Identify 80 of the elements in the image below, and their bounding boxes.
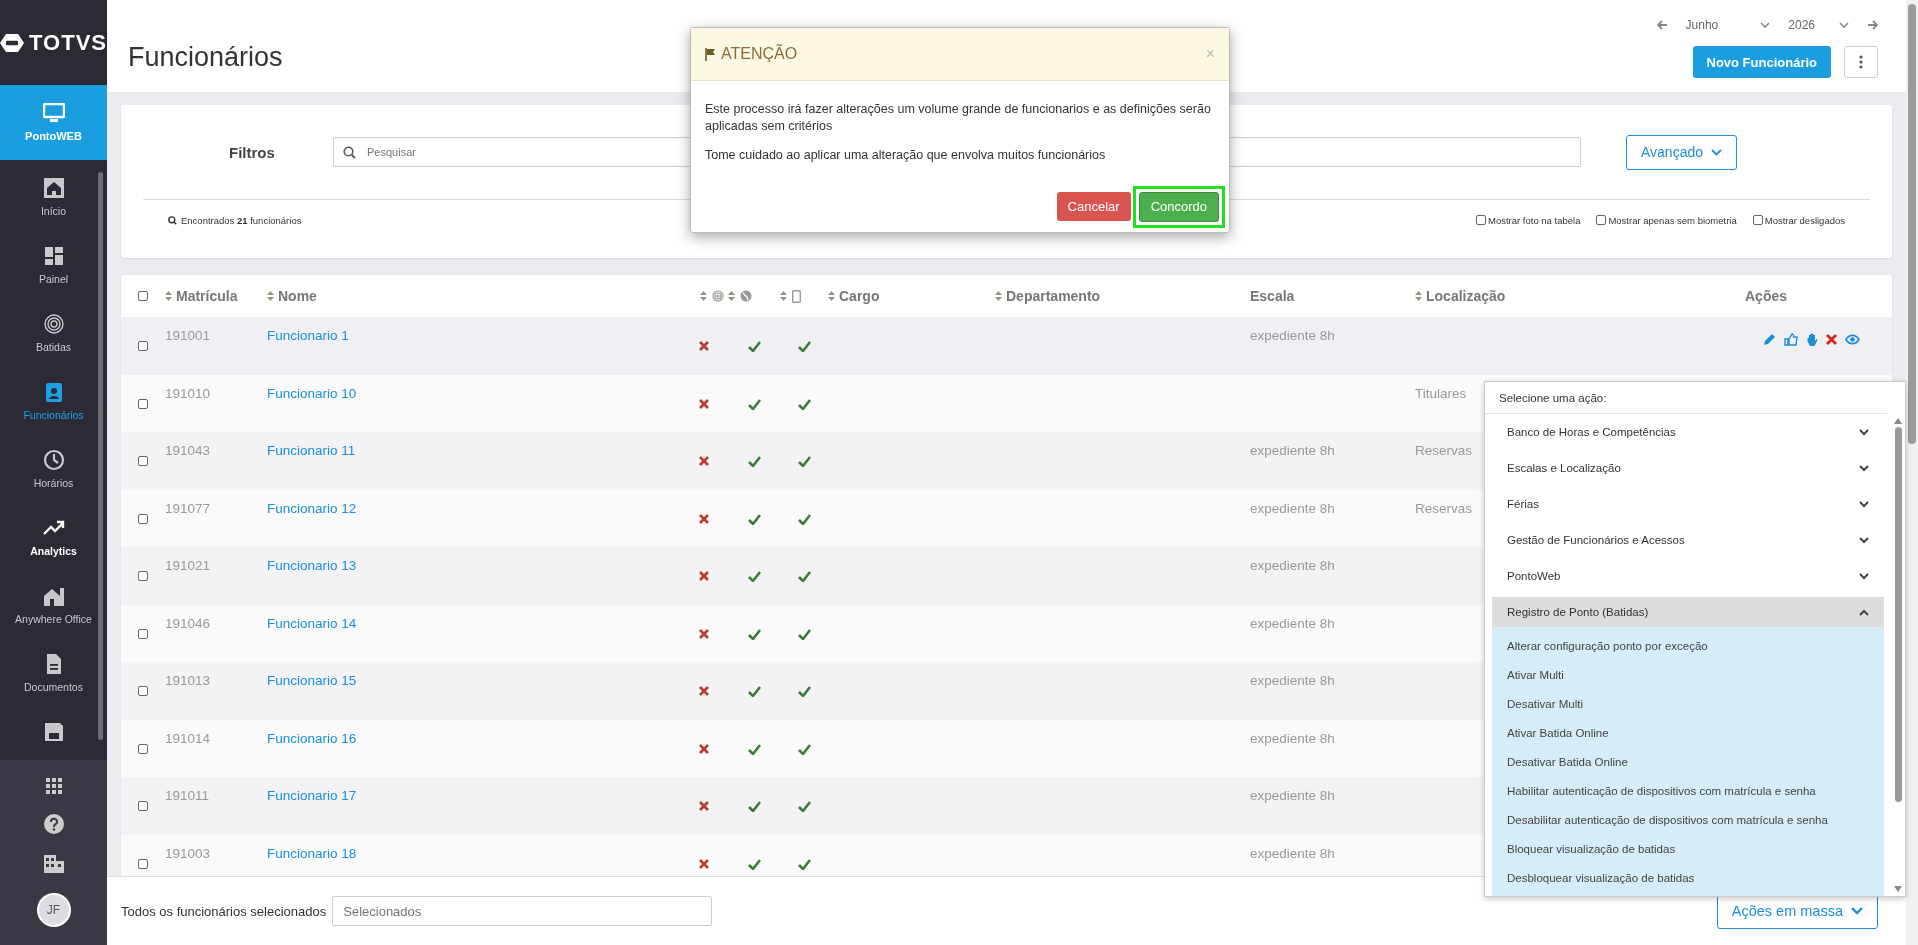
schedule-cell: expediente 8h	[1250, 730, 1335, 746]
employee-name-link[interactable]: Funcionario 17	[267, 788, 357, 803]
action-item[interactable]: Desativar Multi	[1492, 689, 1884, 718]
checkbox-label: Mostrar desligados	[1764, 214, 1845, 226]
schedule-cell: expediente 8h	[1250, 845, 1335, 861]
employee-id: 191014	[165, 730, 211, 746]
column-header[interactable]: Nome	[267, 288, 317, 304]
employee-name-link[interactable]: Funcionario 13	[267, 558, 357, 573]
employee-id: 191077	[165, 500, 211, 516]
action-group[interactable]: Férias	[1492, 486, 1884, 522]
location-cell: Reservas	[1415, 443, 1473, 458]
year-select[interactable]: 2026	[1788, 18, 1849, 32]
schedule-cell: expediente 8h	[1250, 615, 1335, 631]
action-item[interactable]: Habilitar autenticação de dispositivos com matrícula e senha	[1492, 776, 1884, 805]
column-header[interactable]: Departamento	[995, 288, 1101, 304]
checkbox-label: Mostrar foto na tabela	[1488, 214, 1581, 226]
schedule-cell: expediente 8h	[1250, 558, 1335, 573]
action-item[interactable]: Desbloquear visualização de batidas	[1492, 863, 1884, 892]
sidebar-item[interactable]: Anywhere Office	[0, 585, 107, 653]
action-group[interactable]: Registro de Ponto (Batidas)	[1492, 597, 1884, 627]
selection-label: Todos os funcionários selecionados	[121, 903, 327, 919]
sidebar-item[interactable]: Horários	[0, 449, 107, 517]
page-title: Funcionários	[128, 42, 283, 73]
employee-id: 191043	[165, 443, 211, 458]
advanced-button[interactable]: Avançado	[1626, 134, 1737, 170]
schedule-cell: expediente 8h	[1250, 788, 1335, 803]
action-group[interactable]: Gestão de Funcionários e Acessos	[1492, 522, 1884, 558]
employee-id: 191011	[165, 788, 210, 803]
employee-name-link[interactable]: Funcionario 11	[267, 443, 356, 458]
dialog-title: ATENÇÃO	[705, 45, 798, 63]
checkbox-label: Mostrar apenas sem biometria	[1608, 214, 1737, 226]
action-group[interactable]: Escalas e Localização	[1492, 450, 1884, 486]
schedule-cell: expediente 8h	[1250, 500, 1335, 516]
employee-name-link[interactable]: Funcionario 10	[267, 385, 357, 401]
sidebar-item[interactable]: Início	[0, 177, 107, 245]
employee-name-link[interactable]: Funcionario 15	[267, 673, 357, 688]
employee-id: 191001	[165, 328, 211, 343]
location-cell: Reservas	[1415, 500, 1473, 516]
month-select[interactable]: Junho	[1685, 18, 1771, 32]
column-header: Ações	[1745, 288, 1788, 304]
action-item[interactable]: Desativar Batida Online	[1492, 747, 1884, 776]
sidebar-item[interactable]: Batidas	[0, 313, 107, 381]
employee-id: 191046	[165, 615, 211, 631]
sidebar-item[interactable]: Painel	[0, 245, 107, 313]
action-item[interactable]: Alterar configuração ponto por exceção	[1492, 631, 1884, 660]
sidebar-item[interactable]: Documentos	[0, 653, 107, 721]
action-item[interactable]: Bloquear visualização de batidas	[1492, 834, 1884, 863]
employee-id: 191013	[165, 673, 211, 688]
filters-label: Filtros	[228, 143, 276, 161]
employee-name-link[interactable]: Funcionario 12	[267, 500, 357, 516]
dialog-text: Este processo irá fazer alterações um volume grande de funcionarios e as definições serão aplicadas sem critérios	[705, 101, 1212, 135]
action-item[interactable]: Ativar Multi	[1492, 660, 1884, 689]
employee-name-link[interactable]: Funcionario 1	[267, 328, 349, 343]
dialog-text: Tome cuidado ao aplicar uma alteração que envolva muitos funcionários	[705, 146, 1107, 164]
column-header[interactable]: Cargo	[828, 288, 880, 304]
employee-id: 191021	[165, 558, 211, 573]
column-header[interactable]: Localização	[1415, 288, 1506, 304]
logo-text: TOTVS	[29, 29, 107, 56]
menu-title: Selecione uma ação:	[1485, 382, 1887, 414]
user-avatar[interactable]: JF	[36, 892, 71, 927]
schedule-cell: expediente 8h	[1250, 443, 1335, 458]
employee-name-link[interactable]: Funcionario 18	[267, 845, 357, 861]
cancel-button[interactable]: Cancelar	[1056, 192, 1131, 222]
location-cell: Titulares	[1415, 385, 1467, 401]
results-count: Encontrados 21 funcionários	[181, 214, 302, 226]
action-item[interactable]: Desabilitar autenticação de dispositivos com matrícula e senha	[1492, 805, 1884, 834]
action-item[interactable]: Ativar Batida Online	[1492, 718, 1884, 747]
sidebar-item[interactable]: Funcionários	[0, 381, 107, 449]
schedule-cell: expediente 8h	[1250, 328, 1335, 343]
column-header: Escala	[1250, 288, 1295, 304]
employee-id: 191010	[165, 385, 211, 401]
sidebar-item[interactable]: Analytics	[0, 517, 107, 585]
employee-id: 191003	[165, 845, 211, 861]
action-group[interactable]: Banco de Horas e Competências	[1492, 414, 1884, 450]
schedule-cell: expediente 8h	[1250, 673, 1335, 688]
action-group[interactable]: PontoWeb	[1492, 558, 1884, 594]
employee-name-link[interactable]: Funcionario 14	[267, 615, 357, 631]
column-header[interactable]: Matrícula	[165, 288, 238, 304]
selected-field[interactable]: Selecionados	[332, 896, 713, 926]
employee-name-link[interactable]: Funcionario 16	[267, 730, 357, 746]
